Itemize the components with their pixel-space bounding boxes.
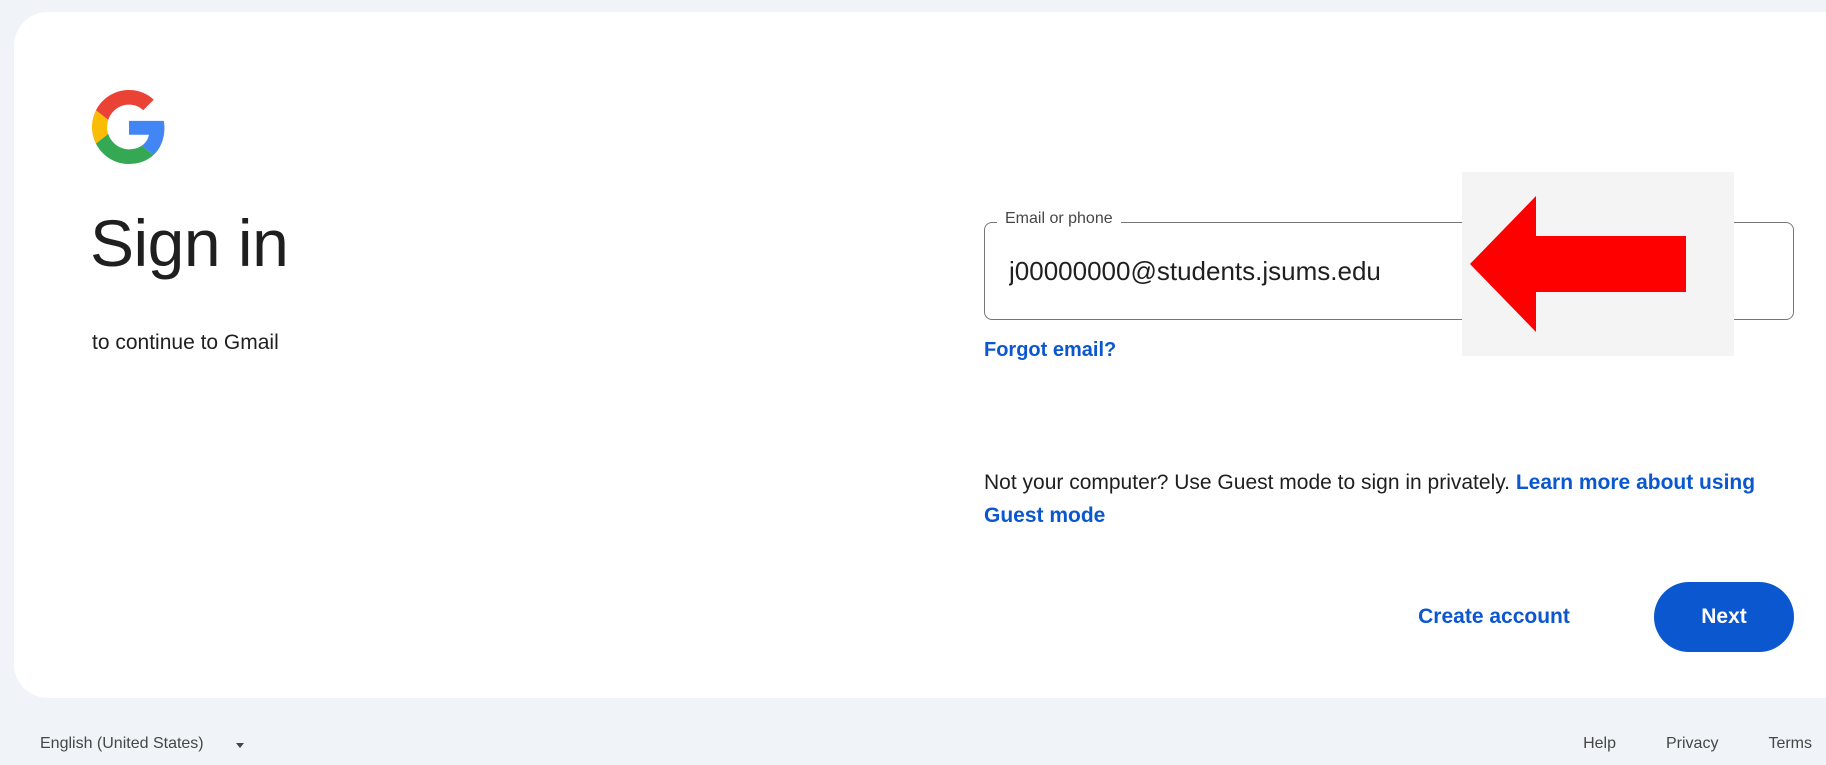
terms-link[interactable]: Terms — [1768, 735, 1812, 753]
guest-mode-message: Not your computer? Use Guest mode to sig… — [984, 467, 1784, 532]
page-footer: English (United States) Help Privacy Ter… — [0, 730, 1826, 765]
help-link[interactable]: Help — [1583, 735, 1616, 753]
forgot-email-link[interactable]: Forgot email? — [984, 338, 1116, 362]
sign-in-card: Sign in to continue to Gmail Email or ph… — [14, 12, 1826, 698]
google-g-icon — [92, 90, 165, 164]
guest-mode-text: Not your computer? Use Guest mode to sig… — [984, 471, 1511, 494]
google-g-green-segment — [95, 134, 154, 164]
left-arrow-icon — [1470, 196, 1686, 332]
sign-in-subtitle: to continue to Gmail — [92, 331, 279, 354]
google-g-red-segment — [95, 90, 154, 120]
email-or-phone-label: Email or phone — [997, 211, 1121, 227]
language-label: English (United States) — [40, 735, 204, 752]
create-account-button[interactable]: Create account — [1394, 582, 1594, 652]
chevron-down-icon — [235, 742, 244, 748]
email-or-phone-input[interactable] — [1009, 251, 1529, 291]
red-arrow-annotation — [1462, 172, 1734, 356]
next-button[interactable]: Next — [1654, 582, 1794, 652]
privacy-link[interactable]: Privacy — [1666, 735, 1718, 753]
language-selector[interactable]: English (United States) — [40, 730, 244, 758]
google-sign-in-page: Sign in to continue to Gmail Email or ph… — [0, 0, 1826, 765]
page-title: Sign in — [90, 206, 289, 280]
left-arrow-shape — [1470, 196, 1686, 332]
footer-links: Help Privacy Terms — [1583, 730, 1812, 758]
